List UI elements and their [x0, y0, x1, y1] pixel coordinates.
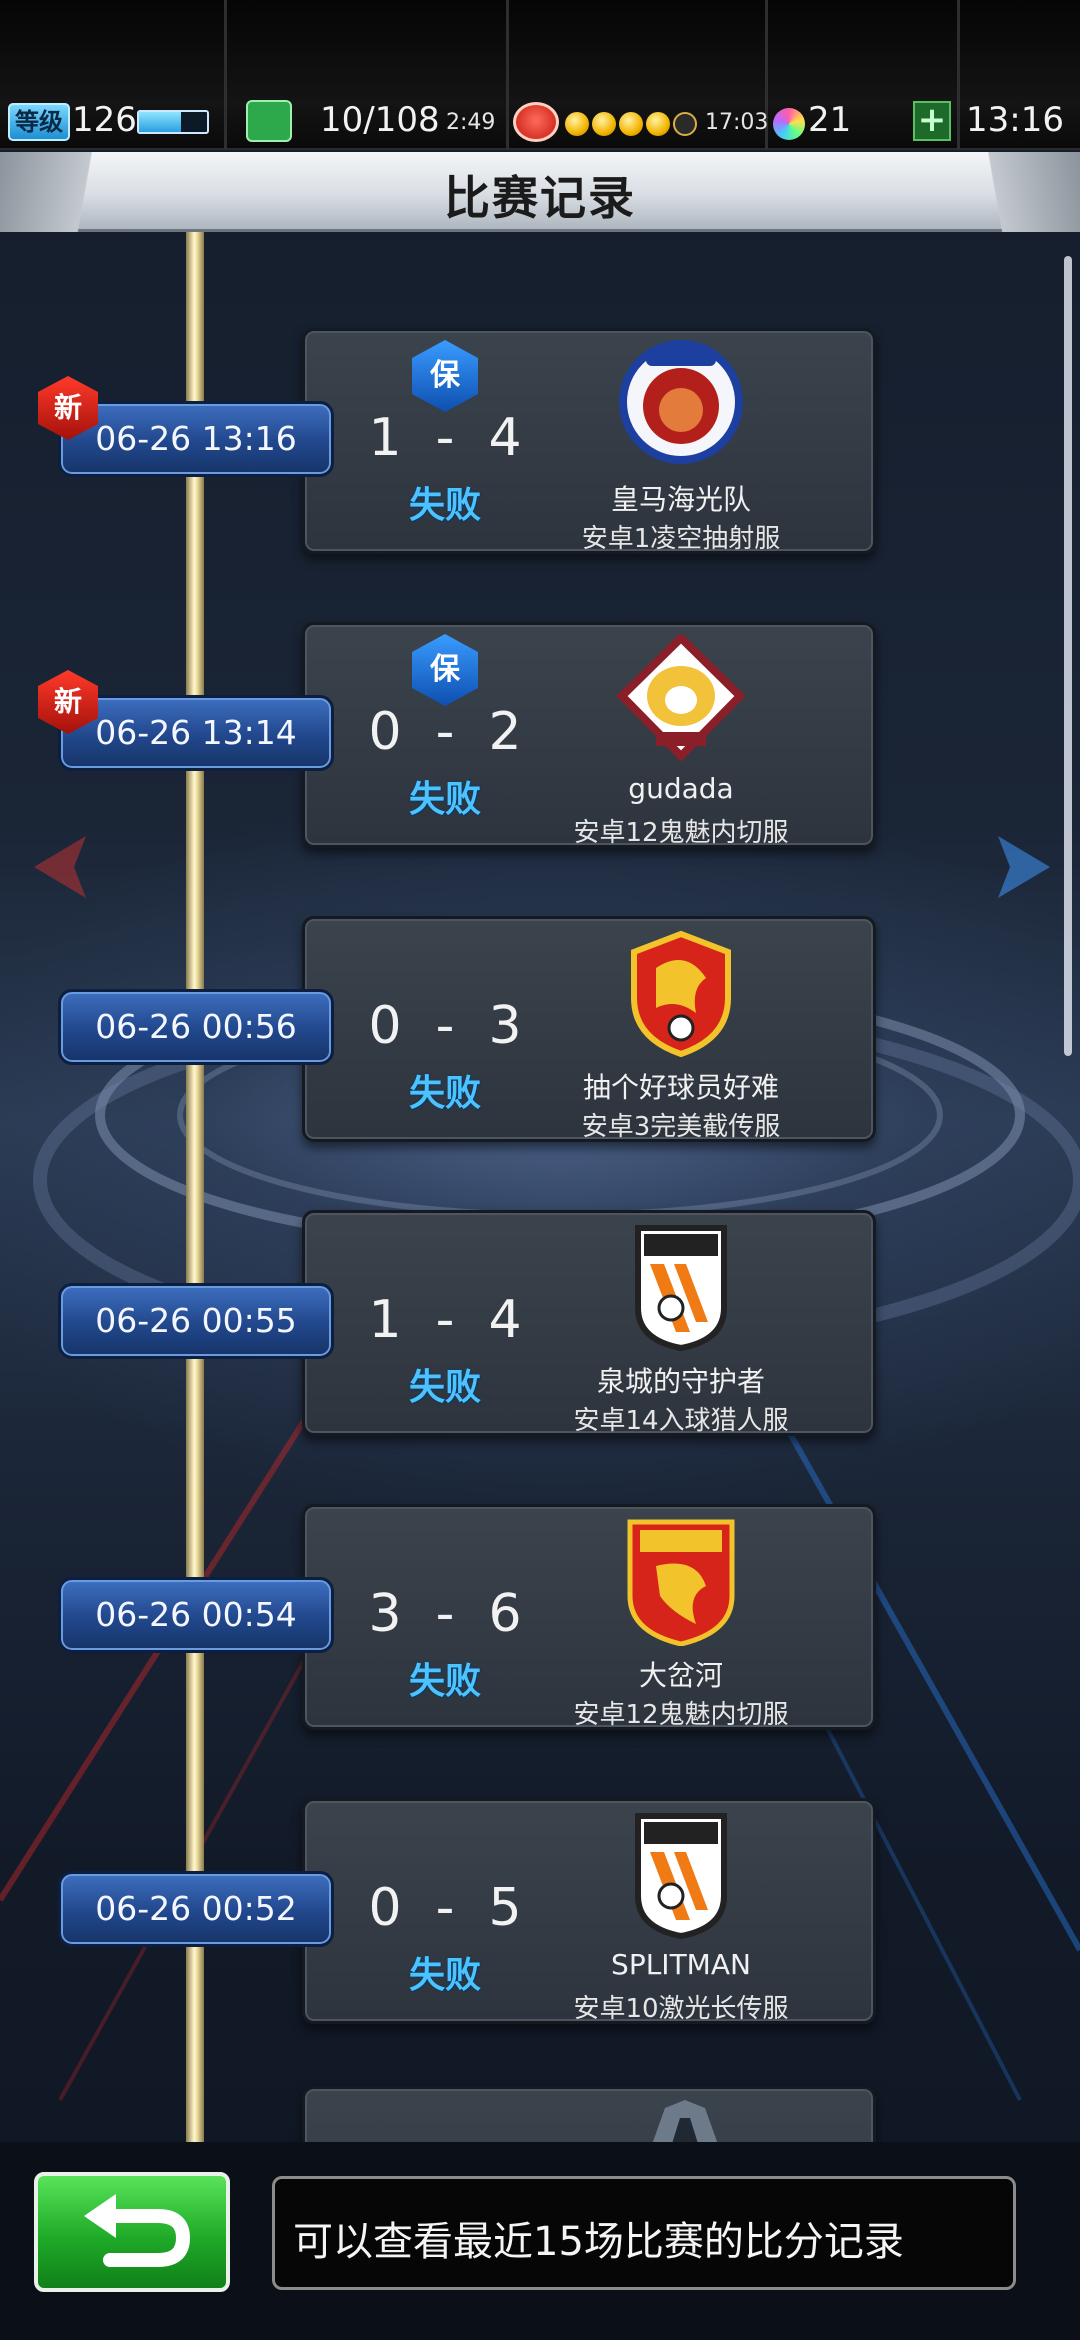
coin-badge-icon[interactable]: [513, 102, 559, 142]
record-item[interactable]: 06-26 00:55 1-4 失败 泉城的守护者 安卓14入球猎人服: [0, 1210, 1080, 1442]
status-divider: [224, 0, 227, 150]
opponent-team-name: gudada: [628, 772, 734, 805]
score-dash: -: [435, 1878, 455, 1938]
gem-count: 21: [808, 100, 852, 140]
status-divider: [957, 0, 960, 150]
clock: 13:16: [966, 100, 1064, 140]
match-time: 06-26 13:16: [58, 401, 334, 477]
coin-timer: 17:03: [705, 110, 769, 135]
hint-text: 可以查看最近15场比赛的比分记录: [293, 2219, 904, 2265]
match-result: 失败: [408, 1073, 481, 1114]
away-score: 3: [488, 996, 522, 1056]
match-result: 失败: [408, 485, 481, 526]
bottom-bar: 可以查看最近15场比赛的比分记录: [0, 2142, 1080, 2340]
gem-icon[interactable]: [773, 108, 805, 140]
team-crest-cffc-icon: [627, 1519, 735, 1646]
coin-filled-icon: [619, 112, 643, 136]
team-crest-red-shield-icon: [631, 930, 731, 1058]
score-dash: -: [435, 996, 455, 1056]
record-item[interactable]: 06-26 00:56 0-3 失败 抽个好球员好难 安卓3完美截传服: [0, 916, 1080, 1148]
home-score: 1: [368, 408, 402, 468]
team-crest-lnts-icon: [635, 1813, 727, 1940]
opponent-team-name: 泉城的守护者: [596, 1365, 765, 1398]
record-item[interactable]: 06-26 00:52 0-5 失败 SPLITMAN 安卓10激光长传服: [0, 1798, 1080, 2030]
score-dash: -: [435, 1584, 455, 1644]
match-result: 失败: [408, 1367, 481, 1408]
match-result: 失败: [408, 1661, 481, 1702]
match-score: 0-5: [355, 1878, 535, 1938]
opponent-team-name: 皇马海光队: [610, 483, 751, 516]
stamina-bottle-icon[interactable]: [246, 100, 292, 142]
level-progress-bar: [137, 110, 209, 134]
coin-filled-icon: [646, 112, 670, 136]
level-progress-fill: [139, 112, 182, 132]
score-dash: -: [435, 702, 455, 762]
level-badge: 等级: [8, 103, 70, 141]
back-button[interactable]: [34, 2172, 230, 2292]
score-dash: -: [435, 1290, 455, 1350]
away-score: 2: [488, 702, 522, 762]
return-arrow-icon: [84, 2194, 191, 2267]
record-item[interactable]: 06-26 00:54 3-6 失败 大岔河 安卓12鬼魅内切服: [0, 1504, 1080, 1736]
level-value: 126: [72, 100, 137, 140]
stamina-timer: 2:49: [446, 110, 496, 135]
status-divider: [506, 0, 509, 150]
score-dash: -: [435, 408, 455, 468]
away-score: 6: [488, 1584, 522, 1644]
away-score: 4: [488, 408, 522, 468]
match-time: 06-26 00:56: [58, 989, 334, 1065]
match-time: 06-26 13:14: [58, 695, 334, 771]
match-time: 06-26 00:52: [58, 1871, 334, 1947]
record-item[interactable]: 06-26 13:16 新保 1-4 失败 皇马海光队 安卓1凌空抽射服: [0, 328, 1080, 560]
scrollbar[interactable]: [1064, 256, 1072, 1056]
record-item-partial[interactable]: [0, 2086, 1080, 2142]
home-score: 0: [368, 702, 402, 762]
record-item[interactable]: 06-26 13:14 新保 0-2 失败 gudada 安卓12鬼魅内切服: [0, 622, 1080, 854]
opponent-server-name: 安卓12鬼魅内切服: [573, 818, 789, 848]
opponent-server-name: 安卓12鬼魅内切服: [573, 1700, 789, 1730]
home-score: 1: [368, 1290, 402, 1350]
hint-box: 可以查看最近15场比赛的比分记录: [272, 2176, 1016, 2290]
opponent-server-name: 安卓14入球猎人服: [573, 1406, 789, 1436]
match-result: 失败: [408, 1955, 481, 1996]
match-time: 06-26 00:54: [58, 1577, 334, 1653]
match-result: 失败: [408, 779, 481, 820]
coin-empty-icon: [673, 112, 697, 136]
coin-filled-icon: [592, 112, 616, 136]
away-score: 4: [488, 1290, 522, 1350]
scrollbar-thumb[interactable]: [1064, 256, 1072, 1056]
home-score: 3: [368, 1584, 402, 1644]
plus-button[interactable]: +: [913, 101, 951, 141]
match-score: 0-2: [355, 702, 535, 762]
team-crest-lion-icon: [619, 340, 743, 464]
title-bar: 比赛记录: [0, 152, 1080, 232]
opponent-team-name: 抽个好球员好难: [582, 1071, 779, 1104]
coin-filled-icon: [565, 112, 589, 136]
match-time: 06-26 00:55: [58, 1283, 334, 1359]
match-score: 1-4: [355, 408, 535, 468]
match-score: 3-6: [355, 1584, 535, 1644]
opponent-team-name: SPLITMAN: [611, 1948, 751, 1981]
opponent-team-name: 大岔河: [638, 1659, 723, 1692]
page-title: 比赛记录: [444, 171, 636, 225]
team-crest-partial-icon: [652, 2100, 718, 2142]
team-crest-lnts-icon: [635, 1225, 727, 1352]
home-score: 0: [368, 996, 402, 1056]
opponent-server-name: 安卓1凌空抽射服: [581, 524, 781, 554]
match-score: 1-4: [355, 1290, 535, 1350]
status-bar: 等级 126 10/108 2:49 17:03 21 + 13:16: [0, 0, 1080, 150]
team-crest-tiger-icon: [616, 634, 746, 762]
opponent-server-name: 安卓10激光长传服: [573, 1994, 789, 2024]
match-record-list[interactable]: 06-26 13:16 新保 1-4 失败 皇马海光队 安卓1凌空抽射服 06-26 13:…: [0, 232, 1080, 2142]
away-score: 5: [488, 1878, 522, 1938]
match-score: 0-3: [355, 996, 535, 1056]
home-score: 0: [368, 1878, 402, 1938]
opponent-server-name: 安卓3完美截传服: [581, 1112, 781, 1142]
stamina-value: 10/108: [320, 100, 440, 140]
record-card: [302, 2086, 876, 2142]
